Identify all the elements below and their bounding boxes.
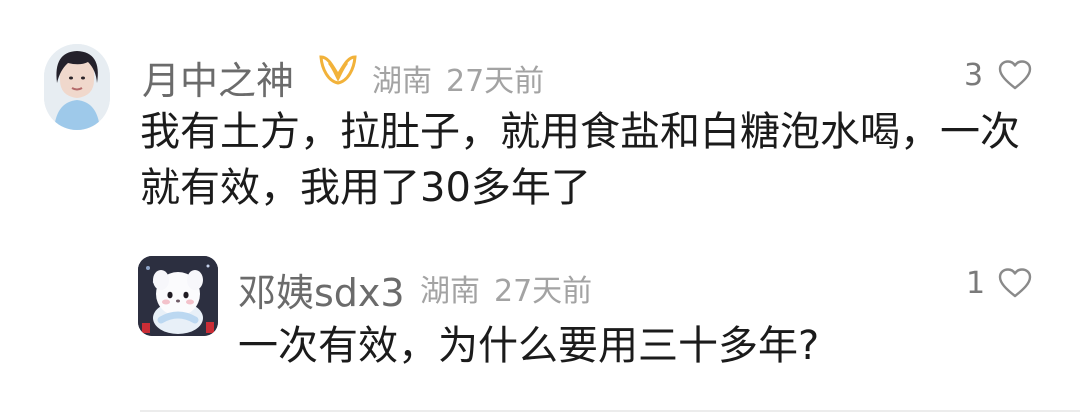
heart-outline-icon[interactable] (998, 60, 1032, 94)
comment-text-line-1: 我有土方，拉肚子，就用食盐和白糖泡水喝，一次 (140, 109, 1020, 155)
like-count: 3 (964, 58, 984, 93)
divider (140, 410, 1080, 412)
avatar-image (44, 44, 110, 130)
comment-location: 湖南 (372, 64, 432, 99)
avatar[interactable] (44, 44, 110, 130)
avatar-image (138, 256, 218, 336)
reply-time: 27天前 (494, 274, 593, 309)
reply-text: 一次有效，为什么要用三十多年? (238, 323, 820, 369)
vip-badge-icon (318, 53, 358, 91)
like-count: 1 (966, 266, 986, 301)
comment-author[interactable]: 月中之神 (142, 50, 294, 105)
comment-time: 27天前 (446, 64, 545, 99)
avatar[interactable] (138, 256, 218, 336)
reply-location: 湖南 (420, 274, 480, 309)
reply-author[interactable]: 邓姨sdx3 (238, 262, 405, 317)
heart-outline-icon[interactable] (998, 268, 1032, 302)
comment-text-line-2: 就有效，我用了30多年了 (140, 165, 591, 211)
